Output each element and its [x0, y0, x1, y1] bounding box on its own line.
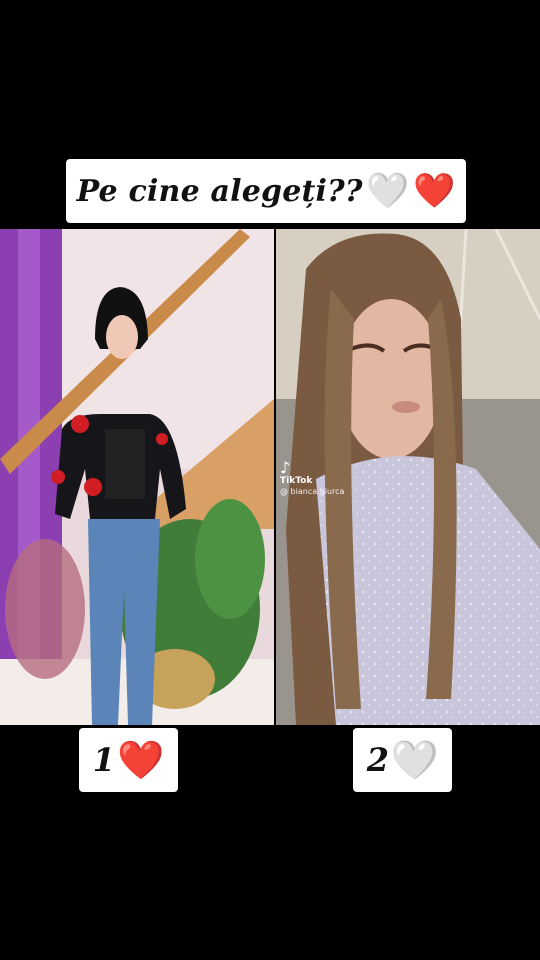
red-heart-icon: ❤️ [116, 737, 165, 782]
vote-option-2-number: 2 [366, 741, 389, 779]
white-heart-icon: 🤍 [366, 171, 410, 211]
vote-option-1-button[interactable]: 1 ❤️ [79, 728, 178, 792]
tiktok-username: @ bianca.giurca [280, 487, 345, 496]
vote-option-1-number: 1 [92, 741, 115, 779]
option-1-photo[interactable] [0, 229, 274, 725]
tiktok-watermark: ♪ TikTok @ bianca.giurca [280, 460, 344, 497]
red-heart-icon: ❤️ [413, 171, 456, 211]
tiktok-brand: TikTok [280, 476, 313, 486]
option-1-photo-illustration [0, 229, 274, 725]
tiktok-logo-icon: ♪ [280, 458, 291, 477]
title-caption-box: Pe cine alegeți?? 🤍 ❤️ [66, 159, 466, 223]
white-heart-icon: 🤍 [390, 737, 439, 782]
vote-option-2-button[interactable]: 2 🤍 [353, 728, 452, 792]
title-text: Pe cine alegeți?? [76, 173, 363, 209]
